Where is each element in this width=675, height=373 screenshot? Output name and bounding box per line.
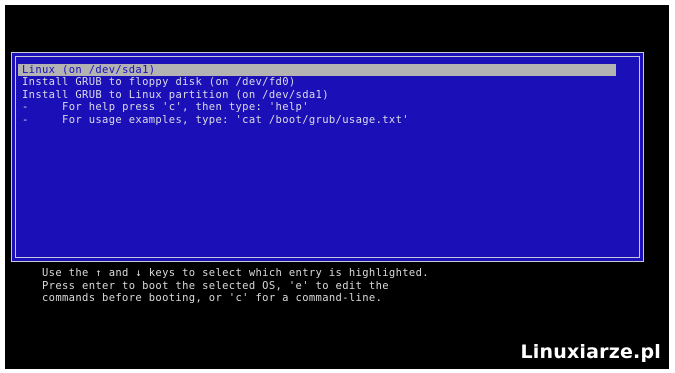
help-line-navigation: Use the ↑ and ↓ keys to select which ent… <box>42 267 429 279</box>
boot-screen: Linux (on /dev/sda1) Install GRUB to flo… <box>5 5 669 369</box>
watermark-logo: Linuxiarze.pl <box>520 341 661 363</box>
grub-menu-frame: Linux (on /dev/sda1) Install GRUB to flo… <box>11 52 644 262</box>
help-line-boot-edit: Press enter to boot the selected OS, 'e'… <box>42 279 389 292</box>
help-instructions: Use the ↑ and ↓ keys to select which ent… <box>42 267 429 305</box>
menu-entry-usage-hint[interactable]: - For usage examples, type: 'cat /boot/g… <box>18 114 616 126</box>
menu-entry-install-grub-floppy[interactable]: Install GRUB to floppy disk (on /dev/fd0… <box>18 76 616 88</box>
menu-entry-install-grub-linux-partition[interactable]: Install GRUB to Linux partition (on /dev… <box>18 89 616 101</box>
menu-entry-help-hint[interactable]: - For help press 'c', then type: 'help' <box>18 101 616 113</box>
help-line-command: commands before booting, or 'c' for a co… <box>42 292 383 304</box>
grub-menu-list: Linux (on /dev/sda1) Install GRUB to flo… <box>18 64 616 126</box>
menu-entry-linux[interactable]: Linux (on /dev/sda1) <box>18 64 616 77</box>
